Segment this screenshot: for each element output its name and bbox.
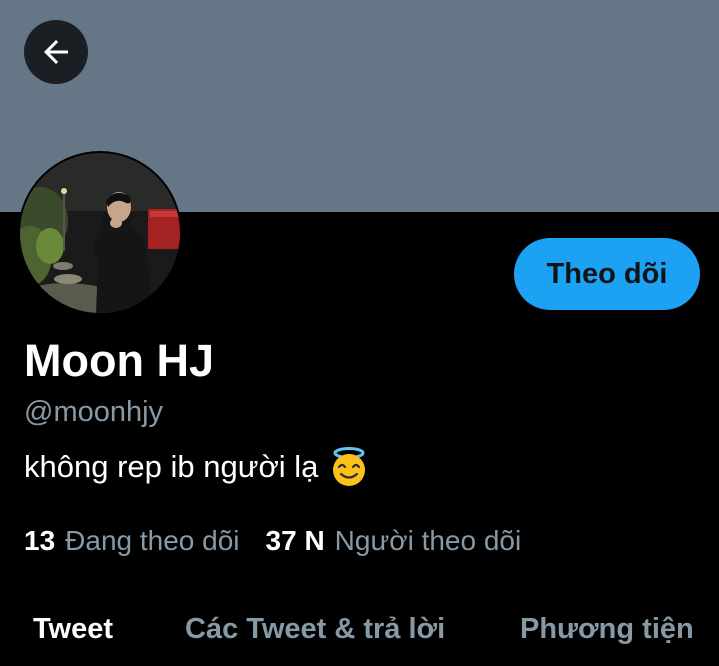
profile-screen: Theo dõi Moon HJ @moonhjy không rep ib n… [0, 0, 719, 666]
profile-tabs: Tweet Các Tweet & trả lời Phương tiện [0, 606, 719, 666]
profile-stats: 13 Đang theo dõi 37 N Người theo dõi [24, 522, 521, 560]
username-handle: @moonhjy [24, 396, 164, 428]
followers-stat[interactable]: 37 N Người theo dõi [266, 522, 522, 560]
follow-button[interactable]: Theo dõi [514, 238, 700, 310]
following-stat[interactable]: 13 Đang theo dõi [24, 522, 240, 560]
avatar-photo [20, 153, 180, 313]
display-name: Moon HJ [24, 335, 214, 386]
following-count: 13 [24, 525, 56, 556]
followers-label: Người theo dõi [334, 525, 522, 556]
arrow-left-icon [44, 40, 68, 64]
tab-media[interactable]: Phương tiện [520, 606, 694, 652]
bio-text: không rep ib người lạ [24, 449, 319, 484]
tab-tweets-and-replies[interactable]: Các Tweet & trả lời [185, 606, 445, 652]
back-button[interactable] [24, 20, 88, 84]
avatar[interactable] [18, 151, 182, 315]
following-label: Đang theo dõi [65, 525, 240, 556]
followers-count: 37 N [265, 525, 325, 556]
tab-tweets[interactable]: Tweet [33, 606, 113, 652]
profile-bio: không rep ib người lạ [24, 446, 370, 488]
smiling-face-with-halo-icon [328, 446, 370, 488]
